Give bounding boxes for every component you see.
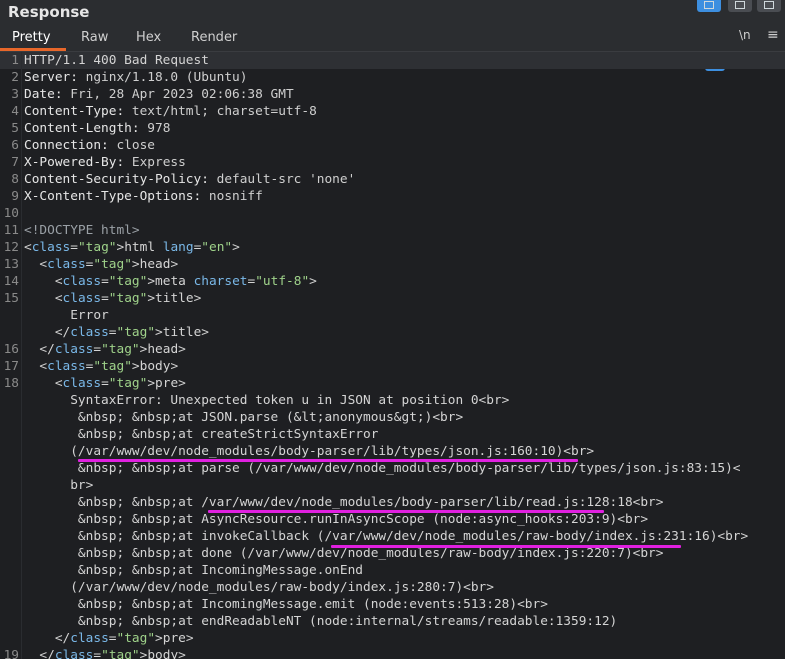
line-number: 8	[11, 172, 19, 187]
line-text: Content-Length: 978	[24, 120, 170, 137]
line-text: SyntaxError: Unexpected token u in JSON …	[24, 393, 510, 408]
header-name: Connection:	[24, 138, 109, 153]
response-panel: Response Pretty Raw Hex Render \n ≡ 1 HTT…	[0, 0, 785, 659]
header-name: Content-Length:	[24, 121, 140, 136]
line-number: 2	[11, 70, 19, 85]
header-value: Fri, 28 Apr 2023 02:06:38 GMT	[62, 87, 294, 102]
line-number: 13	[3, 257, 19, 272]
line-text: &nbsp; &nbsp;at IncomingMessage.emit (no…	[24, 597, 548, 612]
line-text: X-Powered-By: Express	[24, 154, 186, 171]
line-text: &nbsp; &nbsp;at createStrictSyntaxError	[24, 427, 379, 442]
line-text: <class="tag">html lang="en">	[24, 240, 240, 255]
line-text: <class="tag">meta charset="utf-8">	[54, 274, 317, 289]
line-number: 10	[3, 206, 19, 221]
line-text: (/var/www/dev/node_modules/raw-body/inde…	[24, 580, 494, 595]
code-line: 1 HTTP/1.1 400 Bad Request	[0, 52, 785, 69]
horizontal-layout-icon	[735, 1, 745, 9]
line-number: 7	[11, 155, 19, 170]
line-text: Server: nginx/1.18.0 (Ubuntu)	[24, 69, 247, 86]
view-tabs: Pretty Raw Hex Render \n ≡	[0, 25, 785, 71]
tab-render[interactable]: Render	[191, 30, 237, 45]
line-number: 14	[3, 274, 19, 289]
underline-raw-body-path	[331, 545, 681, 548]
line-text: </class="tag">title>	[54, 325, 209, 340]
vertical-layout-icon	[764, 1, 774, 9]
line-text: </class="tag">pre>	[54, 631, 194, 646]
line-text: &nbsp; &nbsp;at parse (/var/www/dev/node…	[24, 461, 741, 476]
line-number: 18	[3, 376, 19, 391]
line-text: &nbsp; &nbsp;at invokeCallback (/var/www…	[24, 529, 749, 544]
header-value: text/html; charset=utf-8	[124, 104, 317, 119]
tab-hex[interactable]: Hex	[136, 30, 161, 45]
show-newlines-button[interactable]: \n	[739, 28, 751, 46]
line-number: 12	[3, 240, 19, 255]
line-text: <class="tag">title>	[54, 291, 202, 306]
header-value: nginx/1.18.0 (Ubuntu)	[77, 70, 248, 85]
underline-read-path	[208, 510, 604, 513]
header-name: Server:	[24, 70, 78, 85]
line-number: 1	[11, 53, 19, 68]
line-number: 17	[3, 359, 19, 374]
line-text: &nbsp; &nbsp;at IncomingMessage.onEnd	[24, 563, 363, 578]
line-number: 4	[11, 104, 19, 119]
line-number: 3	[11, 87, 19, 102]
header-value: 978	[139, 121, 171, 136]
line-number: 11	[3, 223, 19, 238]
gutter-divider	[21, 52, 22, 659]
line-text: Connection: close	[24, 137, 155, 154]
line-text: <class="tag">head>	[39, 257, 179, 272]
response-body[interactable]: 1 HTTP/1.1 400 Bad Request 2 Server: nginx/…	[0, 52, 785, 659]
header-value: default-src 'none'	[208, 172, 356, 187]
line-text: br>	[24, 478, 94, 493]
line-text: Error	[24, 308, 109, 323]
header-value: nosniff	[201, 189, 263, 204]
line-number: 9	[11, 189, 19, 204]
tab-pretty[interactable]: Pretty	[12, 30, 51, 45]
layout-horizontal-button[interactable]	[728, 0, 752, 12]
line-text: Content-Type: text/html; charset=utf-8	[24, 103, 317, 120]
header-value: close	[108, 138, 155, 153]
line-number: 16	[3, 342, 19, 357]
underline-json-path	[78, 459, 578, 462]
header-name: X-Powered-By:	[24, 155, 125, 170]
line-number: 5	[11, 121, 19, 136]
layout-vertical-button[interactable]	[757, 0, 781, 12]
line-text: Content-Security-Policy: default-src 'no…	[24, 171, 355, 188]
line-number: 19	[3, 648, 19, 659]
line-text: X-Content-Type-Options: nosniff	[24, 188, 263, 205]
line-text: HTTP/1.1 400 Bad Request	[24, 53, 209, 68]
line-number: 6	[11, 138, 19, 153]
line-text: (/var/www/dev/node_modules/body-parser/l…	[24, 444, 595, 459]
line-text: &nbsp; &nbsp;at JSON.parse (&lt;anonymou…	[24, 410, 464, 425]
panel-header: Response	[0, 0, 785, 25]
tab-raw[interactable]: Raw	[81, 30, 108, 45]
line-text: <!DOCTYPE html>	[24, 223, 140, 238]
line-number: 15	[3, 291, 19, 306]
header-value: Express	[124, 155, 186, 170]
header-name: Date:	[24, 87, 63, 102]
line-text: </class="tag">head>	[39, 342, 186, 357]
line-text: </class="tag">body>	[39, 648, 186, 659]
header-name: Content-Security-Policy:	[24, 172, 209, 187]
line-text: <class="tag">body>	[39, 359, 179, 374]
menu-icon[interactable]: ≡	[767, 27, 779, 45]
line-text: &nbsp; &nbsp;at AsyncResource.runInAsync…	[24, 512, 649, 527]
header-name: Content-Type:	[24, 104, 125, 119]
line-text: &nbsp; &nbsp;at /var/www/dev/node_module…	[24, 495, 664, 510]
panel-title: Response	[8, 3, 90, 21]
header-name: X-Content-Type-Options:	[24, 189, 202, 204]
split-layout-icon	[704, 1, 714, 9]
line-text: Date: Fri, 28 Apr 2023 02:06:38 GMT	[24, 86, 294, 103]
line-text: <class="tag">pre>	[54, 376, 186, 391]
line-text: &nbsp; &nbsp;at endReadableNT (node:inte…	[24, 614, 618, 629]
layout-split-button[interactable]	[697, 0, 721, 12]
active-tab-indicator	[0, 48, 66, 51]
